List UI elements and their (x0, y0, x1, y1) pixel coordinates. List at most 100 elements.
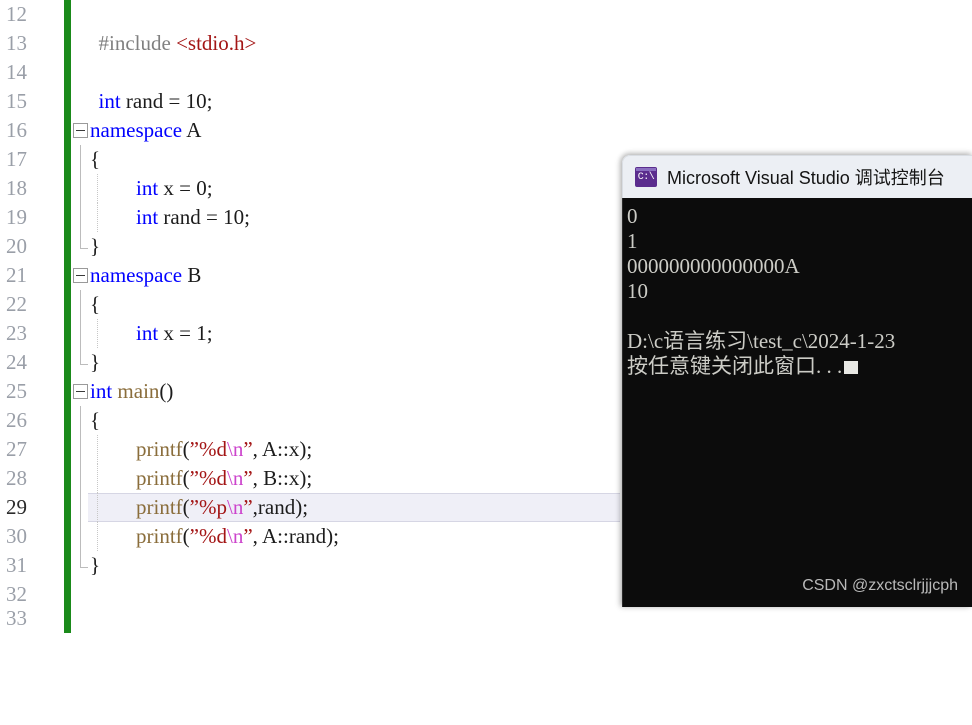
console-window[interactable]: C:\ Microsoft Visual Studio 调试控制台 0 1 00… (622, 155, 972, 607)
line-number: 30 (6, 524, 27, 548)
fold-collapse-icon[interactable] (73, 384, 88, 399)
change-bar (64, 348, 71, 377)
line-number: 17 (6, 147, 27, 171)
change-bar (64, 116, 71, 145)
structure-guide (80, 348, 88, 365)
line-number: 18 (6, 176, 27, 200)
structure-guide (80, 493, 81, 522)
console-output-line: 1 (627, 229, 638, 253)
change-bar (64, 493, 71, 522)
code-line[interactable]: 15 int rand = 10; (0, 87, 972, 116)
change-bar (64, 604, 71, 633)
line-number: 31 (6, 553, 27, 577)
fold-collapse-icon[interactable] (73, 123, 88, 138)
watermark: CSDN @zxctsclrjjjcph (802, 577, 958, 594)
code-line[interactable]: 33 (0, 604, 972, 633)
line-number: 14 (6, 60, 27, 84)
change-bar (64, 319, 71, 348)
structure-guide (97, 493, 98, 522)
code-line[interactable]: 16 namespace A (0, 116, 972, 145)
code-text: { (90, 147, 101, 171)
console-output-line: 10 (627, 279, 648, 303)
line-number: 29 (6, 495, 27, 519)
structure-guide (97, 319, 98, 348)
structure-guide (80, 435, 81, 464)
console-path-line: D:\c语言练习\test_c\2024-1-23 (627, 329, 896, 353)
change-bar (64, 261, 71, 290)
console-output-line: 000000000000000A (627, 254, 800, 278)
line-number: 23 (6, 321, 27, 345)
structure-guide (97, 203, 98, 232)
change-bar (64, 232, 71, 261)
line-number: 27 (6, 437, 27, 461)
console-prompt-line: 按任意键关闭此窗口. . . (627, 354, 972, 379)
line-number: 21 (6, 263, 27, 287)
code-text: int rand = 10; (98, 89, 213, 113)
console-caret (844, 361, 859, 374)
structure-guide (97, 435, 98, 464)
change-bar (64, 58, 71, 87)
structure-guide (80, 522, 81, 551)
line-number: 16 (6, 118, 27, 142)
code-text: printf(”%p\n”,rand); (136, 495, 309, 519)
change-bar (64, 29, 71, 58)
code-text: int x = 1; (136, 321, 213, 345)
console-title-bar[interactable]: C:\ Microsoft Visual Studio 调试控制台 (622, 155, 972, 198)
code-line[interactable]: 13 #include <stdio.h> (0, 29, 972, 58)
change-bar (64, 87, 71, 116)
structure-guide (80, 232, 88, 249)
console-prompt-text: 按任意键关闭此窗口. . . (627, 354, 843, 378)
structure-guide (80, 319, 81, 348)
change-bar (64, 290, 71, 319)
structure-guide (80, 290, 81, 319)
structure-guide (80, 145, 81, 174)
line-number: 25 (6, 379, 27, 403)
code-text: { (90, 408, 101, 432)
line-number: 12 (6, 2, 27, 26)
cmd-icon-glyph: C:\ (637, 172, 655, 183)
structure-guide (97, 522, 98, 551)
code-line[interactable]: 14 (0, 58, 972, 87)
cmd-icon: C:\ (635, 167, 657, 187)
code-text: namespace A (90, 118, 202, 142)
line-number: 19 (6, 205, 27, 229)
change-bar (64, 203, 71, 232)
line-number: 24 (6, 350, 27, 374)
structure-guide (80, 406, 81, 435)
code-text: namespace B (90, 263, 202, 287)
code-text: #include <stdio.h> (88, 31, 257, 55)
code-text: int x = 0; (136, 176, 213, 200)
code-text: printf(”%d\n”, A::x); (136, 437, 313, 461)
change-bar (64, 174, 71, 203)
console-output-line: 0 (627, 204, 638, 228)
change-bar (64, 522, 71, 551)
console-output-area[interactable]: 0 1 000000000000000A 10 D:\c语言练习\test_c\… (622, 198, 972, 607)
structure-guide (80, 174, 81, 203)
change-bar (64, 406, 71, 435)
structure-guide (80, 464, 81, 493)
code-text: printf(”%d\n”, A::rand); (136, 524, 339, 548)
structure-guide (97, 174, 98, 203)
code-text: int main() (90, 379, 174, 403)
structure-guide (80, 551, 88, 568)
fold-collapse-icon[interactable] (73, 268, 88, 283)
line-number: 15 (6, 89, 27, 113)
structure-guide (80, 203, 81, 232)
change-bar (64, 145, 71, 174)
code-line[interactable]: 12 (0, 0, 972, 29)
line-number: 33 (6, 606, 27, 630)
line-number: 28 (6, 466, 27, 490)
code-text: { (90, 292, 101, 316)
code-text: int rand = 10; (136, 205, 250, 229)
line-number: 22 (6, 292, 27, 316)
change-bar (64, 435, 71, 464)
change-bar (64, 551, 71, 580)
change-bar (64, 0, 71, 29)
line-number: 13 (6, 31, 27, 55)
change-bar (64, 464, 71, 493)
change-bar (64, 377, 71, 406)
code-text: } (90, 553, 101, 577)
line-number: 20 (6, 234, 27, 258)
code-text: printf(”%d\n”, B::x); (136, 466, 313, 490)
